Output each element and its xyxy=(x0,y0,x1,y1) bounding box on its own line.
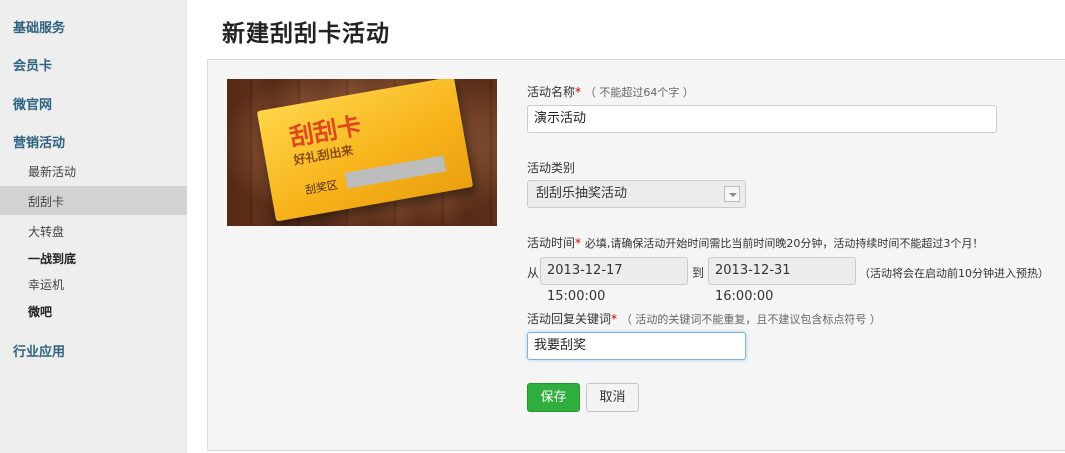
category-select[interactable]: 刮刮乐抽奖活动 xyxy=(527,180,746,208)
save-button[interactable]: 保存 xyxy=(527,383,580,412)
page-title: 新建刮刮卡活动 xyxy=(222,21,390,47)
name-label: 活动名称 xyxy=(527,85,576,99)
time-label: 活动时间 xyxy=(527,236,576,250)
category-selected-value: 刮刮乐抽奖活动 xyxy=(536,186,628,201)
keyword-label-row: 活动回复关键词* （ 活动的关键词不能重复，且不建议包含标点符号 ） xyxy=(527,310,881,327)
keyword-label: 活动回复关键词 xyxy=(527,312,612,326)
name-label-row: 活动名称* （ 不能超过64个字 ） xyxy=(527,83,694,100)
sidebar-section-industry-apps[interactable]: 行业应用 xyxy=(13,341,65,360)
sidebar-section-member-card[interactable]: 会员卡 xyxy=(13,55,52,74)
sidebar-item-latest-activity[interactable]: 最新活动 xyxy=(28,163,76,180)
sidebar-item-micro-bar[interactable]: 微吧 xyxy=(28,303,52,320)
preheat-note: （活动将会在启动前10分钟进入预热） xyxy=(859,267,1049,280)
card-area-label: 刮奖区 xyxy=(304,178,339,197)
keyword-hint: （ 活动的关键词不能重复，且不建议包含标点符号 ） xyxy=(620,313,881,326)
cancel-button[interactable]: 取消 xyxy=(586,383,639,412)
category-label: 活动类别 xyxy=(527,161,576,175)
to-label: 到 xyxy=(692,266,705,280)
scratch-area xyxy=(344,155,447,189)
name-hint: （ 不能超过64个字 ） xyxy=(584,86,694,99)
keyword-input[interactable]: 我要刮奖 xyxy=(527,332,746,360)
sidebar-section-basic-services[interactable]: 基础服务 xyxy=(13,17,65,36)
time-required-mark: * xyxy=(575,236,582,250)
name-required-mark: * xyxy=(575,85,582,99)
time-hint: 必填,请确保活动开始时间需比当前时间晚20分钟，活动持续时间不能超过3个月！ xyxy=(584,237,984,250)
sidebar-item-one-fight[interactable]: 一战到底 xyxy=(28,250,76,267)
sidebar-section-marketing[interactable]: 营销活动 xyxy=(13,132,65,151)
time-label-row: 活动时间* 必填,请确保活动开始时间需比当前时间晚20分钟，活动持续时间不能超过… xyxy=(527,234,983,251)
from-label: 从 xyxy=(527,266,540,280)
activity-name-input[interactable]: 演示活动 xyxy=(527,105,997,133)
chevron-down-icon[interactable] xyxy=(724,186,740,202)
scratch-card-image: 刮刮卡 好礼刮出来 刮奖区 xyxy=(227,79,497,226)
end-time-input[interactable]: 2013-12-31 16:00:00 xyxy=(708,257,856,304)
keyword-required-mark: * xyxy=(611,312,618,326)
start-time-input[interactable]: 2013-12-17 15:00:00 xyxy=(540,257,688,304)
sidebar: 基础服务 会员卡 微官网 营销活动 最新活动 刮刮卡 大转盘 一战到底 幸运机 … xyxy=(0,0,187,453)
sidebar-section-micro-site[interactable]: 微官网 xyxy=(13,94,52,113)
sidebar-item-big-wheel[interactable]: 大转盘 xyxy=(28,223,64,240)
sidebar-item-lucky-machine[interactable]: 幸运机 xyxy=(28,276,64,293)
sidebar-item-scratch-card[interactable]: 刮刮卡 xyxy=(28,193,64,210)
